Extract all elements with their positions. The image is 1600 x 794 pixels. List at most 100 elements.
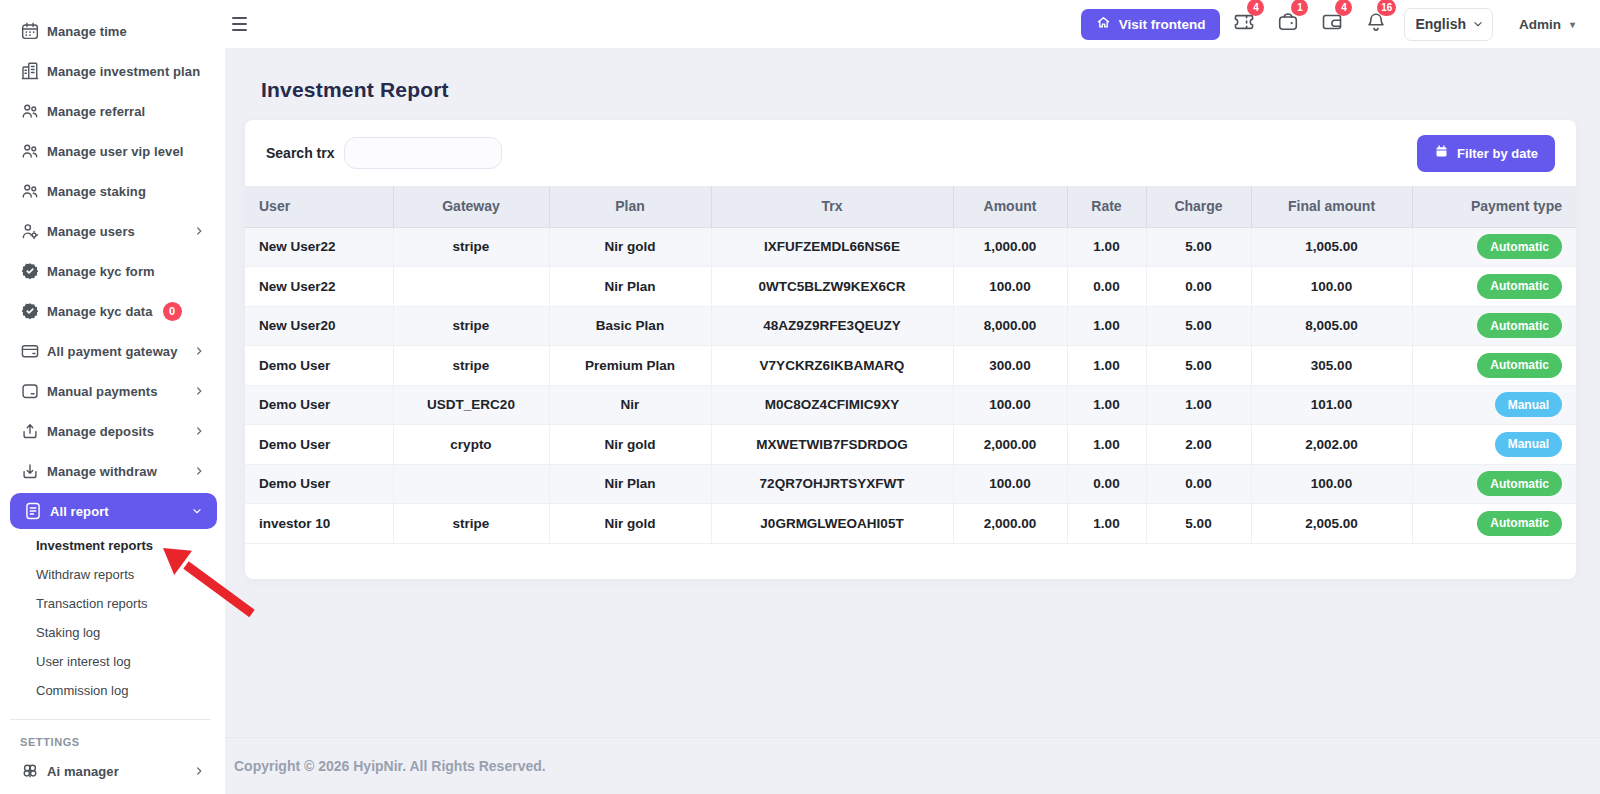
- badge-check-icon: [20, 261, 40, 281]
- brain-icon: [20, 761, 40, 781]
- hamburger-menu-icon[interactable]: [232, 11, 258, 37]
- sidebar-subitem-commission-log[interactable]: Commission log: [0, 676, 225, 705]
- notification-count-badge: 4: [1335, 0, 1352, 16]
- count-badge: 0: [163, 302, 182, 321]
- calendar-icon: [20, 21, 40, 41]
- ticket-icon-button[interactable]: 4: [1232, 10, 1256, 38]
- cell-rate: 1.00: [1067, 385, 1146, 425]
- filter-by-date-label: Filter by date: [1457, 146, 1538, 161]
- sidebar-item-manage-time[interactable]: Manage time: [0, 11, 225, 51]
- cell-user: Demo User: [245, 425, 393, 465]
- topbar: Visit frontend 41416 English Admin ▾: [225, 0, 1600, 48]
- cell-user: New User22: [245, 267, 393, 307]
- cell-final: 101.00: [1251, 385, 1412, 425]
- sidebar-item-manage-referral[interactable]: Manage referral: [0, 91, 225, 131]
- table-row: New User20stripeBasic Plan48AZ9Z9RFE3QEU…: [245, 306, 1576, 346]
- table-row: Demo UserNir Plan72QR7OHJRTSYXFWT100.000…: [245, 464, 1576, 504]
- table-row: Demo UserstripePremium PlanV7YCKRZ6IKBAM…: [245, 346, 1576, 386]
- sidebar-subitem-investment-reports[interactable]: Investment reports: [0, 531, 225, 560]
- admin-menu[interactable]: Admin ▾: [1519, 17, 1575, 32]
- cell-payment_type: Automatic: [1412, 267, 1576, 307]
- cell-trx: J0GRMGLWEOAHI05T: [711, 504, 953, 544]
- sidebar-subitem-staking-log[interactable]: Staking log: [0, 618, 225, 647]
- cell-trx: 72QR7OHJRTSYXFWT: [711, 464, 953, 504]
- cell-final: 100.00: [1251, 464, 1412, 504]
- cell-payment_type: Automatic: [1412, 306, 1576, 346]
- cell-amount: 100.00: [953, 464, 1067, 504]
- chevron-right-icon: [193, 765, 205, 777]
- sidebar-item-manual-payments[interactable]: Manual payments: [0, 371, 225, 411]
- cell-final: 2,005.00: [1251, 504, 1412, 544]
- column-header-payment-type: Payment type: [1412, 186, 1576, 227]
- chevron-down-icon: [1472, 18, 1484, 30]
- sidebar-item-manage-user-vip-level[interactable]: Manage user vip level: [0, 131, 225, 171]
- users-icon: [20, 141, 40, 161]
- cell-gateway: stripe: [393, 346, 549, 386]
- sidebar-item-label: Manage kyc data: [47, 304, 153, 319]
- sidebar-subitem-transaction-reports[interactable]: Transaction reports: [0, 589, 225, 618]
- sidebar-item-label: Manage kyc form: [47, 264, 155, 279]
- cell-plan: Nir gold: [549, 504, 711, 544]
- sidebar-item-label: Manage referral: [47, 104, 145, 119]
- cell-charge: 5.00: [1146, 306, 1251, 346]
- sidebar-subitem-user-interest-log[interactable]: User interest log: [0, 647, 225, 676]
- column-header-charge: Charge: [1146, 186, 1251, 227]
- wallet-icon-button[interactable]: 4: [1320, 10, 1344, 38]
- sidebar-item-manage-withdraw[interactable]: Manage withdraw: [0, 451, 225, 491]
- sidebar-item-label: Manage time: [47, 24, 127, 39]
- search-trx-input[interactable]: [344, 137, 502, 169]
- sidebar-item-label: All report: [50, 504, 109, 519]
- column-header-user: User: [245, 186, 393, 227]
- notification-icons: 414 16: [1232, 10, 1404, 38]
- cell-gateway: stripe: [393, 504, 549, 544]
- sidebar-item-ai-manager[interactable]: Ai manager: [0, 751, 225, 791]
- sidebar-item-manage-kyc-form[interactable]: Manage kyc form: [0, 251, 225, 291]
- cell-charge: 2.00: [1146, 425, 1251, 465]
- table-row: investor 10stripeNir goldJ0GRMGLWEOAHI05…: [245, 504, 1576, 544]
- chevron-right-icon: [193, 385, 205, 397]
- content: Investment Report Search trx Filter by d…: [225, 48, 1600, 737]
- cell-gateway: USDT_ERC20: [393, 385, 549, 425]
- cell-charge: 0.00: [1146, 464, 1251, 504]
- purse-icon-button[interactable]: 1: [1276, 10, 1300, 38]
- cell-amount: 300.00: [953, 346, 1067, 386]
- cell-trx: 0WTC5BLZW9KEX6CR: [711, 267, 953, 307]
- search-trx-label: Search trx: [266, 145, 334, 161]
- chevron-down-icon: [191, 505, 203, 517]
- sidebar-item-manage-staking[interactable]: Manage staking: [0, 171, 225, 211]
- column-header-final-amount: Final amount: [1251, 186, 1412, 227]
- cell-charge: 5.00: [1146, 504, 1251, 544]
- cell-final: 305.00: [1251, 346, 1412, 386]
- sidebar-item-manage-users[interactable]: Manage users: [0, 211, 225, 251]
- payment-type-badge: Automatic: [1477, 471, 1562, 496]
- sidebar-item-manage-kyc-data[interactable]: Manage kyc data 0: [0, 291, 225, 331]
- language-select[interactable]: English: [1404, 8, 1493, 41]
- sidebar: Manage time Manage investment plan Manage …: [0, 0, 225, 794]
- footer: Copyright © 2026 HyipNir. All Rights Res…: [225, 737, 1600, 794]
- sidebar-item-label: Manage users: [47, 224, 135, 239]
- visit-frontend-button[interactable]: Visit frontend: [1081, 9, 1221, 40]
- filter-by-date-button[interactable]: Filter by date: [1417, 135, 1555, 172]
- payment-type-badge: Automatic: [1477, 274, 1562, 299]
- sidebar-item-all-payment-gateway[interactable]: All payment gateway: [0, 331, 225, 371]
- admin-label: Admin: [1519, 17, 1561, 32]
- cell-rate: 1.00: [1067, 504, 1146, 544]
- cell-rate: 0.00: [1067, 464, 1146, 504]
- chevron-right-icon: [193, 425, 205, 437]
- cell-payment_type: Manual: [1412, 385, 1576, 425]
- sidebar-subitem-withdraw-reports[interactable]: Withdraw reports: [0, 560, 225, 589]
- sidebar-item-label: Manage staking: [47, 184, 146, 199]
- sidebar-item-manage-investment-plan[interactable]: Manage investment plan: [0, 51, 225, 91]
- cell-trx: MXWETWIB7FSDRDOG: [711, 425, 953, 465]
- file-lines-icon: [23, 501, 43, 521]
- settings-section-label: SETTINGS: [0, 720, 225, 751]
- visit-frontend-label: Visit frontend: [1119, 17, 1206, 32]
- sidebar-item-all-report[interactable]: All report: [10, 493, 217, 529]
- table-row: Demo UsercryptoNir goldMXWETWIB7FSDRDOG2…: [245, 425, 1576, 465]
- cell-charge: 1.00: [1146, 385, 1251, 425]
- cell-user: Demo User: [245, 385, 393, 425]
- cell-user: New User22: [245, 227, 393, 267]
- sidebar-item-manage-deposits[interactable]: Manage deposits: [0, 411, 225, 451]
- bell-icon-button[interactable]: 16: [1364, 10, 1388, 38]
- cell-rate: 1.00: [1067, 346, 1146, 386]
